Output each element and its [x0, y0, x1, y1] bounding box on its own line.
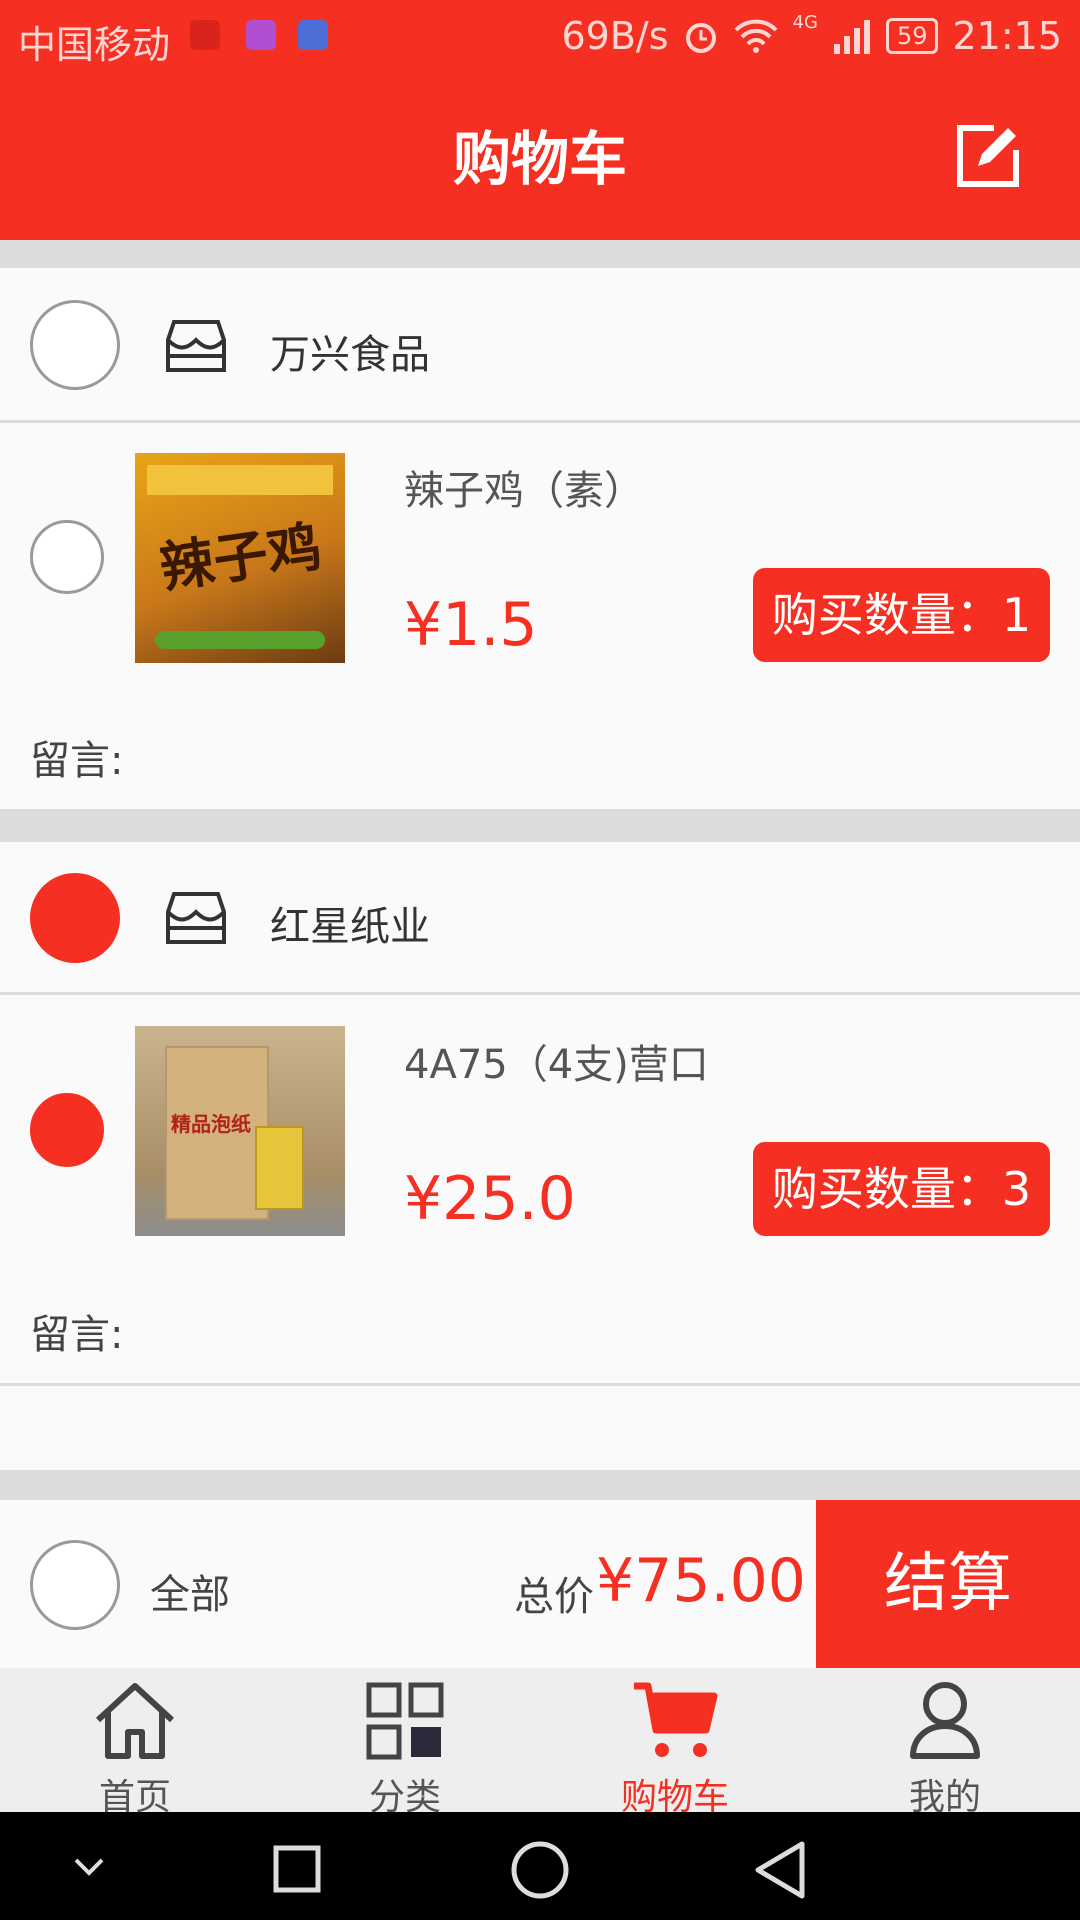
- message-label: 留言:: [30, 738, 124, 784]
- system-nav-bar: [0, 1812, 1080, 1920]
- app-icon: [298, 20, 328, 50]
- product-name[interactable]: 辣子鸡（素）: [404, 458, 644, 516]
- bottom-tab-bar: 首页 分类 购物车 我的: [0, 1668, 1080, 1818]
- category-icon: [366, 1682, 444, 1760]
- tab-category[interactable]: 分类: [270, 1668, 540, 1818]
- alarm-icon: [685, 23, 716, 53]
- tab-cart[interactable]: 购物车: [540, 1668, 810, 1818]
- recents-icon[interactable]: [272, 1844, 322, 1894]
- item-select-checkbox[interactable]: [30, 520, 104, 594]
- section-gap: [0, 809, 1080, 842]
- product-image[interactable]: 辣子鸡: [135, 453, 345, 663]
- gallery-icon: [246, 20, 276, 50]
- shop-select-checkbox[interactable]: [30, 873, 120, 963]
- product-price: ¥25.0: [404, 1164, 576, 1234]
- cart-icon: [634, 1682, 718, 1757]
- status-bar: 中国移动 69B/s 4G 59 21:15: [0, 0, 1080, 78]
- quantity-button[interactable]: 购买数量：3: [753, 1142, 1050, 1236]
- edit-icon[interactable]: [954, 122, 1022, 190]
- select-all-label: 全部: [150, 1572, 230, 1618]
- network-type: 4G: [792, 11, 818, 33]
- tab-home[interactable]: 首页: [0, 1668, 270, 1818]
- checkout-bar: 全部 总价 ¥75.00 结算: [0, 1500, 1080, 1668]
- chevron-down-icon[interactable]: [72, 1856, 106, 1878]
- store-icon: [166, 892, 226, 944]
- shop-header: [0, 268, 1080, 420]
- home-nav-icon[interactable]: [510, 1840, 570, 1900]
- signal-icon: [833, 20, 870, 54]
- battery-indicator: 59: [885, 18, 939, 54]
- net-speed: 69B/s: [561, 14, 669, 58]
- total-label: 总价: [514, 1574, 594, 1620]
- product-image[interactable]: 精品泡纸: [135, 1026, 345, 1236]
- wifi-icon: [734, 19, 777, 53]
- shop-name: 红星纸业: [270, 904, 430, 950]
- clock: 21:15: [952, 14, 1062, 58]
- shop-select-checkbox[interactable]: [30, 300, 120, 390]
- quantity-button[interactable]: 购买数量：1: [753, 568, 1050, 662]
- back-icon[interactable]: [752, 1840, 808, 1900]
- shop-name: 万兴食品: [270, 332, 430, 378]
- home-icon: [95, 1683, 175, 1759]
- tab-profile[interactable]: 我的: [810, 1668, 1080, 1818]
- select-all-checkbox[interactable]: [30, 1540, 120, 1630]
- section-gap: [0, 240, 1080, 268]
- message-label: 留言:: [30, 1312, 124, 1358]
- checkout-button[interactable]: 结算: [816, 1500, 1080, 1668]
- product-name[interactable]: 4A75（4支)营口: [404, 1032, 709, 1090]
- notification-icon: [190, 20, 220, 50]
- carrier-label: 中国移动: [18, 23, 171, 67]
- total-price: ¥75.00: [596, 1546, 806, 1616]
- status-right: 69B/s 4G 59 21:15: [561, 11, 1063, 59]
- section-gap: [0, 1470, 1080, 1500]
- store-icon: [166, 320, 226, 372]
- page-title: 购物车: [452, 125, 627, 193]
- item-select-checkbox[interactable]: [30, 1093, 104, 1167]
- app-header: 购物车: [0, 78, 1080, 240]
- profile-icon: [910, 1682, 980, 1759]
- product-price: ¥1.5: [404, 590, 538, 660]
- shop-header: [0, 842, 1080, 992]
- empty-area: [0, 1386, 1080, 1470]
